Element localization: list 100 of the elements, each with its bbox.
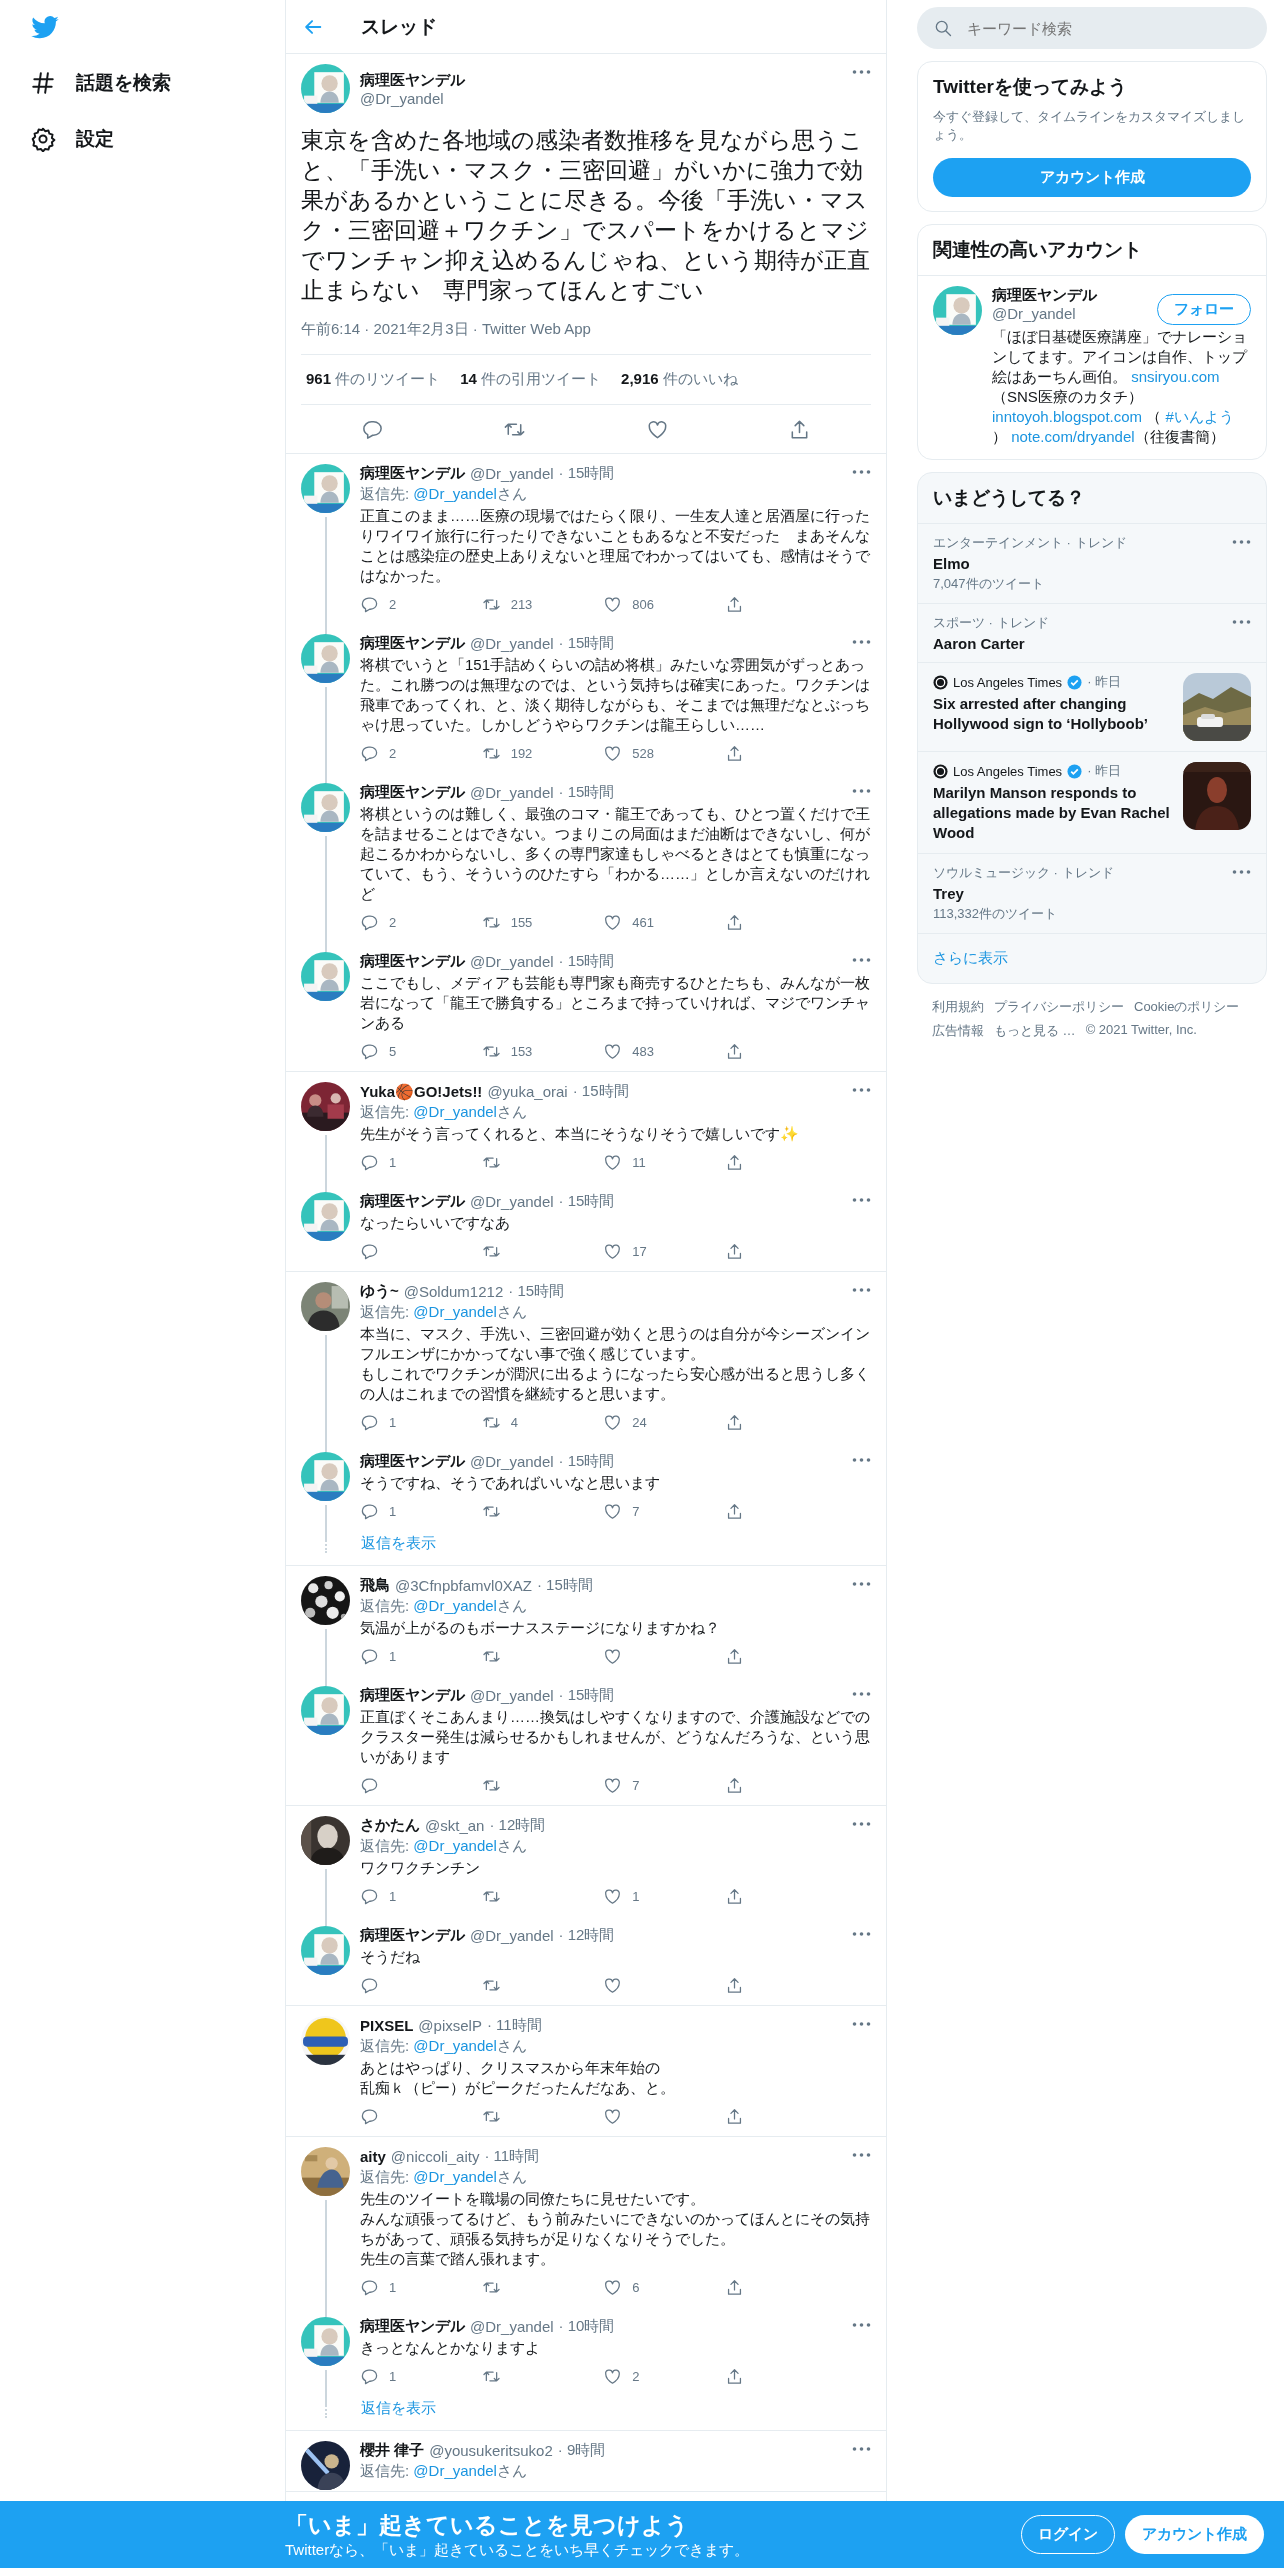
like-button[interactable]: 806 <box>603 595 664 614</box>
reply-button[interactable]: 1 <box>360 1647 420 1666</box>
trend-item[interactable]: Los Angeles Times · 昨日 Marilyn Manson responds to allegations made by Evan Rachel Wood <box>918 752 1266 854</box>
user-handle[interactable]: @Dr_yandel <box>470 1687 554 1704</box>
more-button[interactable] <box>852 70 871 74</box>
user-name[interactable]: 病理医ヤンデル <box>992 286 1097 305</box>
user-handle[interactable]: @Dr_yandel <box>470 784 554 801</box>
footer-link[interactable]: 広告情報 <box>932 1022 984 1040</box>
footer-link[interactable]: もっと見る … <box>994 1022 1076 1040</box>
user-handle[interactable]: @pixselP <box>418 2017 482 2034</box>
more-button[interactable] <box>852 1458 871 1462</box>
reply-button[interactable]: 1 <box>360 1413 420 1432</box>
more-button[interactable] <box>852 1582 871 1586</box>
user-name[interactable]: aity <box>360 2148 386 2165</box>
user-name[interactable]: 病理医ヤンデル <box>360 634 465 653</box>
more-button[interactable] <box>852 958 871 962</box>
nav-link[interactable]: 設定 <box>30 114 114 164</box>
show-more-link[interactable]: さらに表示 <box>918 934 1266 983</box>
user-handle[interactable]: @Dr_yandel <box>470 1453 554 1470</box>
tweet-time[interactable]: · 15時間 <box>572 1082 629 1101</box>
reply-button[interactable]: 2 <box>360 595 420 614</box>
user-name[interactable]: Yuka🏀GO!Jets!! <box>360 1082 483 1101</box>
mention-link[interactable]: @Dr_yandel <box>413 1837 497 1854</box>
user-handle[interactable]: @3Cfnpbfamvl0XAZ <box>395 1577 532 1594</box>
user-name[interactable]: 病理医ヤンデル <box>360 1192 465 1211</box>
user-name[interactable]: 病理医ヤンデル <box>360 70 842 90</box>
user-handle[interactable]: @Dr_yandel <box>470 1193 554 1210</box>
like-button[interactable]: 7 <box>603 1776 664 1795</box>
tweet-time[interactable]: · 15時間 <box>558 1192 615 1211</box>
mention-link[interactable]: @Dr_yandel <box>413 2462 497 2479</box>
like-button[interactable]: 7 <box>603 1502 664 1521</box>
like-button[interactable]: 1 <box>603 1887 664 1906</box>
like-button[interactable]: 483 <box>603 1042 664 1061</box>
mention-link[interactable]: @Dr_yandel <box>413 485 497 502</box>
more-button[interactable] <box>852 1932 871 1936</box>
nav-link[interactable]: 話題を検索 <box>30 58 171 108</box>
like-button[interactable]: 24 <box>603 1413 664 1432</box>
show-replies-link[interactable]: 返信を表示 <box>361 1533 436 1553</box>
reply-button[interactable]: 5 <box>360 1042 420 1061</box>
more-button[interactable] <box>852 470 871 474</box>
like-button[interactable]: 528 <box>603 744 664 763</box>
user-name[interactable]: 病理医ヤンデル <box>360 783 465 802</box>
search-field[interactable]: キーワード検索 <box>917 7 1267 49</box>
bio-link[interactable]: note.com/dryandel <box>1011 428 1135 445</box>
more-button[interactable] <box>852 2022 871 2026</box>
tweet-time[interactable]: · 15時間 <box>508 1282 565 1301</box>
user-name[interactable]: 飛鳥 <box>360 1576 390 1595</box>
stat-link[interactable]: 2,916 件のいいね <box>621 370 738 389</box>
retweet-button[interactable]: 192 <box>481 744 542 763</box>
user-name[interactable]: ゆう~ <box>360 1282 399 1301</box>
more-button[interactable] <box>852 1088 871 1092</box>
like-button[interactable]: 6 <box>603 2278 664 2297</box>
tweet-time[interactable]: · 9時間 <box>557 2441 606 2460</box>
user-handle[interactable]: @Dr_yandel <box>360 89 842 107</box>
show-replies-link[interactable]: 返信を表示 <box>361 2398 436 2418</box>
more-button[interactable] <box>852 2323 871 2327</box>
footer-link[interactable]: プライバシーポリシー <box>994 998 1124 1016</box>
user-handle[interactable]: @Dr_yandel <box>470 2318 554 2335</box>
user-name[interactable]: 病理医ヤンデル <box>360 2317 465 2336</box>
user-handle[interactable]: @Dr_yandel <box>470 465 554 482</box>
user-handle[interactable]: @skt_an <box>425 1817 485 1834</box>
user-handle[interactable]: @yuka_orai <box>487 1083 568 1100</box>
retweet-button[interactable]: 153 <box>481 1042 542 1061</box>
like-button[interactable]: 17 <box>603 1242 664 1261</box>
user-handle[interactable]: @yousukeritsuko2 <box>429 2442 553 2459</box>
trend-item[interactable]: ソウルミュージック · トレンド Trey 113,332件のツイート <box>918 854 1266 934</box>
mention-link[interactable]: @Dr_yandel <box>413 1303 497 1320</box>
footer-link[interactable]: © 2021 Twitter, Inc. <box>1085 1022 1197 1040</box>
user-name[interactable]: さかたん <box>360 1816 420 1835</box>
trend-item[interactable]: エンターテインメント · トレンド Elmo 7,047件のツイート <box>918 524 1266 604</box>
tweet-time[interactable]: · 10時間 <box>558 2317 615 2336</box>
like-button[interactable]: 11 <box>603 1153 664 1172</box>
user-name[interactable]: 櫻井 律子 <box>360 2441 425 2460</box>
reply-button[interactable]: 1 <box>360 1887 420 1906</box>
reply-button[interactable]: 1 <box>360 2278 420 2297</box>
signup-button[interactable]: アカウント作成 <box>1125 2515 1264 2554</box>
mention-link[interactable]: @Dr_yandel <box>413 1597 497 1614</box>
more-button[interactable] <box>852 789 871 793</box>
user-name[interactable]: 病理医ヤンデル <box>360 952 465 971</box>
mention-link[interactable]: @Dr_yandel <box>413 2168 497 2185</box>
bio-link[interactable]: inntoyoh.blogspot.com <box>992 408 1143 425</box>
reply-button[interactable]: 1 <box>360 1502 420 1521</box>
reply-button[interactable]: 2 <box>360 913 420 932</box>
user-handle[interactable]: @Soldum1212 <box>403 1283 504 1300</box>
tweet-time[interactable]: · 15時間 <box>558 634 615 653</box>
tweet-time[interactable]: · 15時間 <box>536 1576 593 1595</box>
more-button[interactable] <box>1232 870 1251 874</box>
user-name[interactable]: 病理医ヤンデル <box>360 1686 465 1705</box>
like-button[interactable]: 461 <box>603 913 664 932</box>
more-button[interactable] <box>1232 540 1251 544</box>
retweet-button[interactable]: 213 <box>481 595 542 614</box>
bio-link[interactable]: #いんよう <box>1165 408 1234 425</box>
retweet-button[interactable]: 155 <box>481 913 542 932</box>
more-button[interactable] <box>852 2447 871 2451</box>
stat-link[interactable]: 961 件のリツイート <box>306 370 441 389</box>
user-handle[interactable]: @Dr_yandel <box>470 635 554 652</box>
tweet-time[interactable]: · 15時間 <box>558 1686 615 1705</box>
more-button[interactable] <box>852 1198 871 1202</box>
mention-link[interactable]: @Dr_yandel <box>413 2037 497 2054</box>
more-button[interactable] <box>852 1692 871 1696</box>
